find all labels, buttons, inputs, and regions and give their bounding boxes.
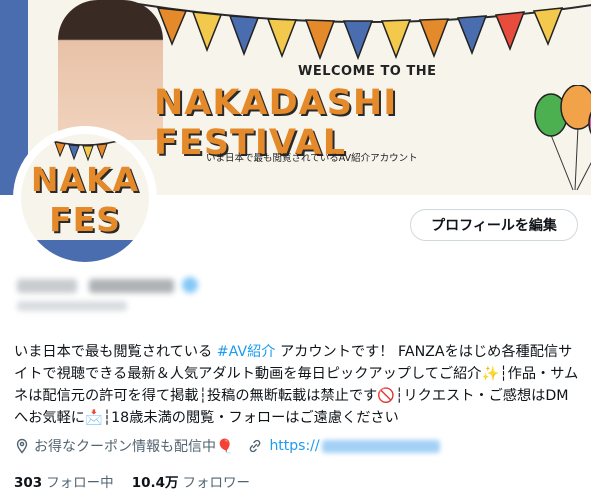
link-icon	[250, 439, 261, 453]
banner-subtitle: いま日本で最も閲覧されているAV紹介アカウント	[206, 153, 418, 164]
avatar-artwork: NAKA FES	[21, 134, 149, 262]
pennant-garland	[138, 3, 591, 60]
following-count: 303	[14, 475, 43, 491]
location-icon	[16, 438, 28, 454]
following-label: フォロー中	[46, 475, 114, 491]
profile-bio: いま日本で最も閲覧されている #AV紹介 アカウントです！ FANZAをはじめ各…	[14, 341, 580, 429]
bio-hashtag-link[interactable]: #AV紹介	[217, 344, 276, 360]
profile-avatar[interactable]: NAKA FES	[13, 126, 157, 270]
avatar-text-line2: FES	[49, 200, 121, 239]
link-prefix-text[interactable]: https://	[269, 438, 319, 454]
profile-website-link[interactable]: https://	[247, 438, 440, 454]
verified-badge-icon	[182, 277, 198, 293]
blurred-display-name	[17, 277, 198, 313]
followers-count: 10.4万	[131, 475, 179, 491]
bio-text-start: いま日本で最も閲覧されている	[14, 344, 217, 360]
edit-profile-button[interactable]: プロフィールを編集	[410, 209, 578, 241]
followers-link[interactable]: 10.4万 フォロワー	[132, 471, 250, 491]
avatar-band	[21, 240, 149, 262]
banner-welcome-text: WELCOME TO THE	[298, 64, 437, 79]
follow-stats: 303 フォロー中 10.4万 フォロワー	[14, 471, 250, 491]
following-link[interactable]: 303 フォロー中	[14, 471, 114, 491]
avatar-text-line1: NAKA	[30, 160, 140, 199]
followers-label: フォロワー	[182, 475, 251, 491]
blurred-link-url	[321, 439, 440, 453]
profile-meta-row: お得なクーポン情報も配信中🎈 https://	[14, 435, 440, 457]
location-text: お得なクーポン情報も配信中🎈	[34, 439, 234, 455]
balloons-icon	[534, 85, 591, 191]
